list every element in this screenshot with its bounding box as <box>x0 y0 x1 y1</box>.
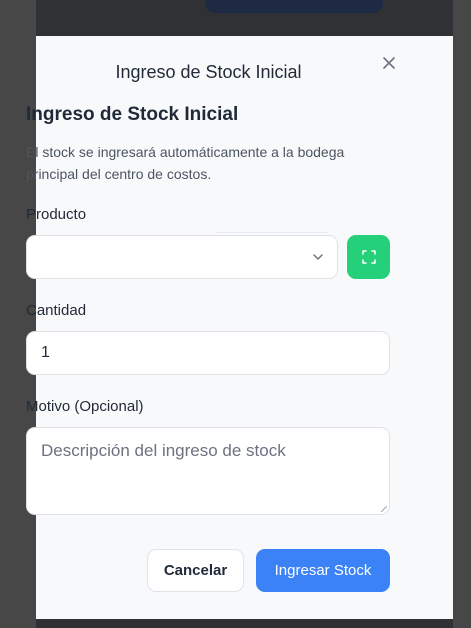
reason-placeholder: Descripción del ingreso de stock <box>41 441 286 460</box>
scan-button[interactable] <box>347 235 390 279</box>
chevron-down-icon <box>313 254 323 260</box>
resize-handle-icon[interactable] <box>381 506 387 512</box>
product-label: Producto <box>26 206 87 223</box>
section-heading: Ingreso de Stock Inicial <box>26 104 239 125</box>
dialog-description: El stock se ingresará automáticamente a … <box>26 144 345 182</box>
quantity-input[interactable]: 1 <box>26 331 390 375</box>
product-select[interactable] <box>26 232 338 279</box>
quantity-label: Cantidad <box>26 302 87 319</box>
close-button[interactable] <box>379 53 399 73</box>
reason-textarea[interactable]: Descripción del ingreso de stock <box>26 427 390 515</box>
dialog-title: Ingreso de Stock Inicial <box>115 62 302 82</box>
close-icon <box>383 57 395 69</box>
select-divider <box>217 232 327 233</box>
scan-icon <box>361 250 376 264</box>
reason-label: Motivo (Opcional) <box>26 398 144 415</box>
cancel-button[interactable]: Cancelar <box>147 549 244 592</box>
submit-stock-button[interactable]: Ingresar Stock <box>256 549 390 592</box>
